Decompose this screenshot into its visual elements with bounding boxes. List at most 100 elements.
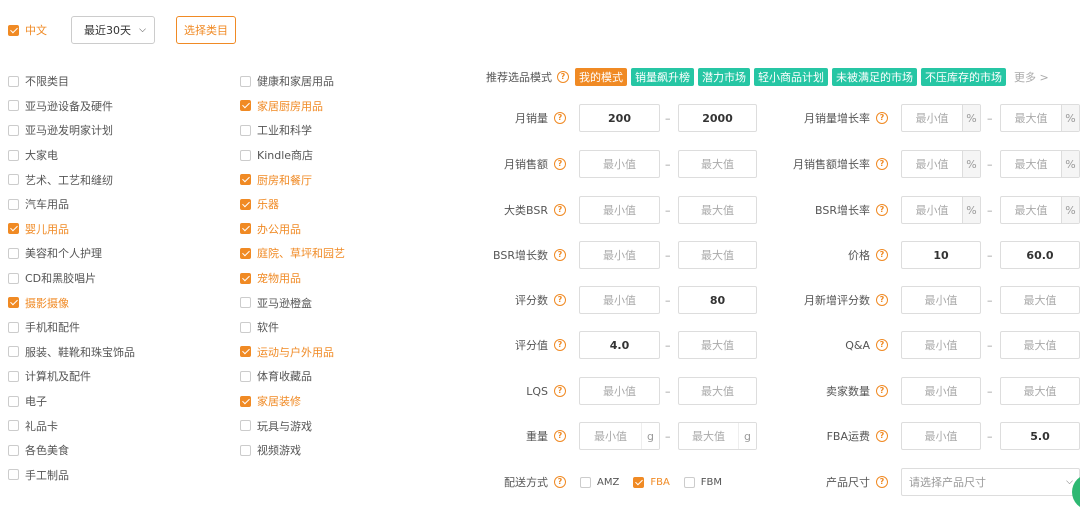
category-checkbox[interactable] (8, 297, 19, 309)
category-checkbox[interactable] (240, 297, 251, 309)
help-icon[interactable]: ? (554, 385, 566, 397)
category-item[interactable]: 各色美食 (8, 438, 135, 463)
category-checkbox[interactable] (8, 444, 19, 456)
date-range-select[interactable]: 最近30天 ⌵ (71, 16, 155, 44)
lqs-min-input[interactable]: 最小值 (579, 377, 660, 405)
category-item[interactable]: 亚马逊发明家计划 (8, 118, 135, 143)
category-checkbox[interactable] (240, 174, 251, 186)
seller-count-min-input[interactable]: 最小值 (901, 377, 981, 405)
mode-tag-sales-surge[interactable]: 销量飙升榜 (631, 68, 694, 86)
rating-max-input[interactable]: 最大值 (678, 331, 757, 359)
weight-max-input[interactable]: 最大值 g (678, 422, 757, 450)
price-max-input[interactable]: 60.0 (1000, 241, 1080, 269)
amz-checkbox[interactable] (580, 476, 591, 488)
sales-growth-rate-max-input[interactable]: 最大值% (1000, 104, 1080, 132)
fba-fee-min-input[interactable]: 最小值 (901, 422, 981, 450)
category-checkbox[interactable] (240, 198, 251, 210)
help-icon[interactable]: ? (876, 430, 888, 442)
category-checkbox[interactable] (8, 321, 19, 333)
category-checkbox[interactable] (8, 420, 19, 432)
monthly-revenue-max-input[interactable]: 最大值 (678, 150, 757, 178)
category-checkbox[interactable] (240, 247, 251, 259)
select-category-button[interactable]: 选择类目 (176, 16, 236, 44)
category-item[interactable]: 不限类目 (8, 69, 135, 94)
category-checkbox[interactable] (240, 223, 251, 235)
help-icon[interactable]: ? (554, 430, 566, 442)
category-checkbox[interactable] (8, 124, 19, 136)
mode-tag-small-light[interactable]: 轻小商品计划 (754, 68, 828, 86)
category-checkbox[interactable] (8, 75, 19, 87)
new-reviews-max-input[interactable]: 最大值 (1000, 286, 1080, 314)
category-item[interactable]: 亚马逊橙盒 (240, 290, 345, 315)
category-item[interactable]: 计算机及配件 (8, 364, 135, 389)
category-checkbox[interactable] (8, 223, 19, 235)
category-checkbox[interactable] (240, 272, 251, 284)
qa-max-input[interactable]: 最大值 (1000, 331, 1080, 359)
category-checkbox[interactable] (240, 149, 251, 161)
category-item[interactable]: 宠物用品 (240, 266, 345, 291)
category-checkbox[interactable] (240, 420, 251, 432)
category-item[interactable]: 工业和科学 (240, 118, 345, 143)
seller-count-max-input[interactable]: 最大值 (1000, 377, 1080, 405)
help-icon[interactable]: ? (876, 339, 888, 351)
category-item[interactable]: 手工制品 (8, 463, 135, 488)
category-checkbox[interactable] (240, 75, 251, 87)
help-icon[interactable]: ? (876, 476, 888, 488)
category-checkbox[interactable] (8, 272, 19, 284)
help-icon[interactable]: ? (554, 112, 566, 124)
shipping-option-amz[interactable]: AMZ (580, 476, 619, 488)
mode-tag-my[interactable]: 我的模式 (575, 68, 627, 86)
category-item[interactable]: 艺术、工艺和缝纫 (8, 167, 135, 192)
monthly-revenue-min-input[interactable]: 最小值 (579, 150, 660, 178)
category-bsr-min-input[interactable]: 最小值 (579, 196, 660, 224)
category-item[interactable]: 美容和个人护理 (8, 241, 135, 266)
lqs-max-input[interactable]: 最大值 (678, 377, 757, 405)
category-checkbox[interactable] (240, 444, 251, 456)
more-link[interactable]: 更多 > (1014, 69, 1049, 85)
mode-tag-unmet-market[interactable]: 未被满足的市场 (832, 68, 917, 86)
shipping-option-fba[interactable]: FBA (633, 476, 670, 488)
fba-checkbox[interactable] (633, 476, 645, 488)
category-item[interactable]: 乐器 (240, 192, 345, 217)
bsr-growth-count-max-input[interactable]: 最大值 (678, 241, 757, 269)
category-checkbox[interactable] (8, 100, 19, 112)
category-item[interactable]: 家居装修 (240, 389, 345, 414)
category-bsr-max-input[interactable]: 最大值 (678, 196, 757, 224)
category-checkbox[interactable] (240, 395, 251, 407)
help-icon[interactable]: ? (876, 249, 888, 261)
review-count-min-input[interactable]: 最小值 (579, 286, 660, 314)
category-item[interactable]: 视频游戏 (240, 438, 345, 463)
help-icon[interactable]: ? (554, 339, 566, 351)
fba-fee-max-input[interactable]: 5.0 (1000, 422, 1080, 450)
fbm-checkbox[interactable] (683, 476, 695, 488)
monthly-sales-min-input[interactable]: 200 (579, 104, 660, 132)
help-icon[interactable]: ? (554, 476, 566, 488)
help-icon[interactable]: ? (554, 249, 566, 261)
category-item[interactable]: 手机和配件 (8, 315, 135, 340)
category-item[interactable]: 办公用品 (240, 217, 345, 242)
category-checkbox[interactable] (240, 370, 251, 382)
revenue-growth-rate-max-input[interactable]: 最大值% (1000, 150, 1080, 178)
category-item[interactable]: 汽车用品 (8, 192, 135, 217)
category-item[interactable]: 亚马逊设备及硬件 (8, 94, 135, 119)
bsr-growth-rate-max-input[interactable]: 最大值% (1000, 196, 1080, 224)
category-item[interactable]: 软件 (240, 315, 345, 340)
category-item[interactable]: 体育收藏品 (240, 364, 345, 389)
language-checkbox[interactable] (8, 24, 19, 36)
product-size-select[interactable]: 请选择产品尺寸 ⌵ (901, 468, 1080, 496)
help-icon[interactable]: ? (876, 385, 888, 397)
category-checkbox[interactable] (240, 321, 251, 333)
category-checkbox[interactable] (8, 346, 19, 358)
category-item[interactable]: Kindle商店 (240, 143, 345, 168)
help-icon[interactable]: ? (554, 294, 566, 306)
mode-tag-potential-market[interactable]: 潜力市场 (698, 68, 750, 86)
shipping-option-fbm[interactable]: FBM (683, 476, 722, 488)
category-item[interactable]: 健康和家居用品 (240, 69, 345, 94)
category-checkbox[interactable] (240, 346, 251, 358)
category-checkbox[interactable] (8, 198, 19, 210)
category-checkbox[interactable] (8, 174, 19, 186)
help-icon[interactable]: ? (876, 294, 888, 306)
language-toggle[interactable]: 中文 (8, 22, 47, 38)
revenue-growth-rate-min-input[interactable]: 最小值% (901, 150, 981, 178)
category-item[interactable]: 服装、鞋靴和珠宝饰品 (8, 340, 135, 365)
